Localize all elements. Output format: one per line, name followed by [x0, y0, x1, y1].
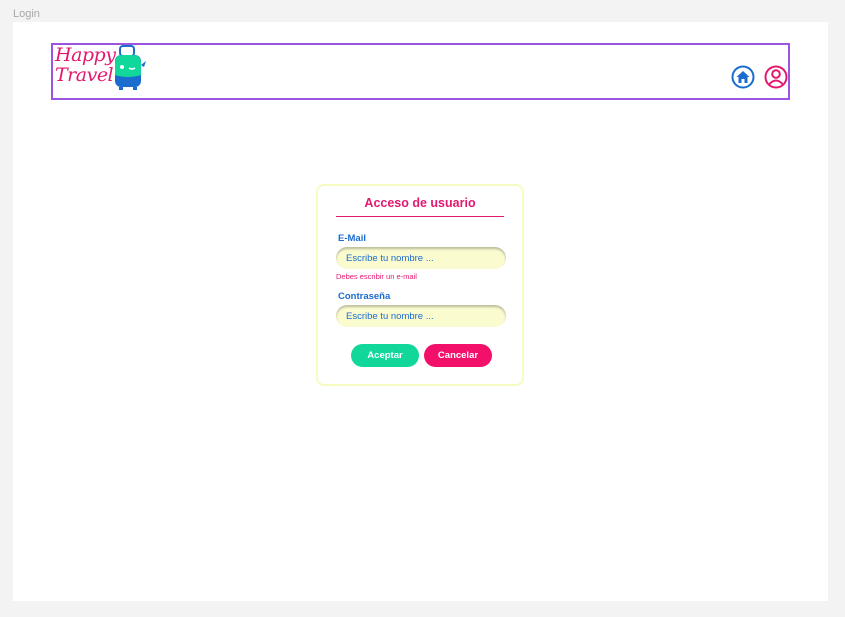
header-nav	[731, 65, 788, 89]
login-card: Acceso de usuario E-Mail Debes escribir …	[316, 184, 524, 386]
email-input[interactable]	[336, 247, 506, 269]
logo-line-1: Happy	[55, 44, 116, 66]
frame-label: Login	[13, 8, 40, 20]
suitcase-mascot-icon	[115, 45, 146, 90]
logo[interactable]: Happy Travel	[53, 45, 163, 98]
user-profile-icon[interactable]	[764, 65, 788, 89]
email-label: E-Mail	[338, 233, 366, 244]
password-input[interactable]	[336, 305, 506, 327]
title-divider	[336, 216, 504, 217]
home-icon[interactable]	[731, 65, 755, 89]
logo-line-2: Travel	[55, 64, 114, 86]
login-title: Acceso de usuario	[364, 196, 476, 210]
email-error-message: Debes escribir un e-mail	[336, 272, 417, 281]
accept-button[interactable]: Aceptar	[351, 344, 419, 367]
logo-text: Happy Travel	[55, 44, 116, 86]
cancel-button[interactable]: Cancelar	[424, 344, 492, 367]
password-label: Contraseña	[338, 291, 391, 302]
login-frame: Happy Travel Acceso de usuario E-Mail Es…	[13, 22, 828, 601]
header-bar: Happy Travel	[51, 43, 790, 100]
